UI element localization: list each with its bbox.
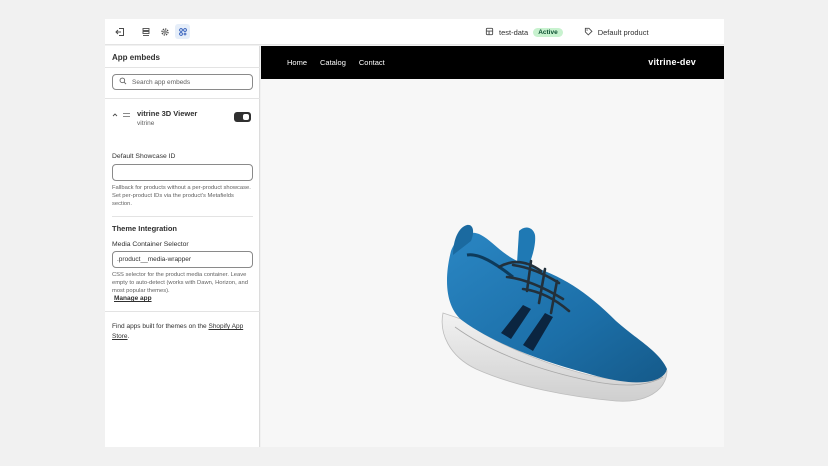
gear-icon[interactable] [157, 24, 172, 39]
app-embeds-panel: App embeds vitrine 3D Viewer vitrine Def… [105, 46, 260, 447]
exit-icon[interactable] [112, 24, 127, 39]
template-name: Default product [597, 27, 649, 37]
nav-link-catalog[interactable]: Catalog [320, 58, 346, 67]
nav-link-contact[interactable]: Contact [359, 58, 385, 67]
tag-icon [584, 27, 593, 38]
showcase-label: Default Showcase ID [112, 153, 176, 160]
store-brand[interactable]: vitrine-dev [648, 57, 696, 67]
3d-shoe-model[interactable] [431, 221, 676, 406]
theme-integration-title: Theme Integration [112, 224, 178, 233]
chevron-up-icon[interactable] [112, 112, 118, 120]
footer-suffix: . [127, 333, 130, 340]
store-nav: Home Catalog Contact [287, 58, 385, 67]
theme-info: test-data Active Default product [485, 19, 649, 45]
embed-name: vitrine 3D Viewer [137, 109, 198, 118]
panel-title: App embeds [112, 53, 161, 62]
showcase-id-input[interactable] [112, 164, 253, 181]
nav-link-home[interactable]: Home [287, 58, 307, 67]
media-selector-input[interactable] [112, 251, 253, 268]
embed-provider: vitrine [137, 120, 155, 127]
toggle-knob [243, 114, 249, 120]
showcase-help: Fallback for products without a per-prod… [112, 185, 251, 207]
divider [105, 311, 260, 312]
status-badge: Active [533, 27, 563, 37]
sections-icon[interactable] [138, 24, 153, 39]
divider [112, 216, 253, 217]
manage-app-link[interactable]: Manage app [114, 295, 152, 302]
template-selector[interactable]: Default product [584, 27, 649, 38]
selector-help: CSS selector for the product media conta… [112, 272, 248, 294]
editor-topbar: test-data Active Default product [105, 19, 724, 45]
embed-toggle[interactable] [234, 112, 251, 122]
search-input[interactable] [132, 78, 247, 86]
theme-icon [485, 27, 494, 38]
theme-name[interactable]: test-data [499, 28, 528, 37]
search-icon [119, 77, 127, 87]
apps-icon[interactable] [175, 24, 190, 39]
divider [105, 67, 260, 68]
app-embed-item: vitrine 3D Viewer vitrine [112, 109, 253, 129]
divider [105, 98, 260, 99]
footer-prefix: Find apps built for themes on the [112, 323, 209, 330]
selector-label: Media Container Selector [112, 241, 189, 248]
footer-note: Find apps built for themes on the Shopif… [112, 322, 253, 342]
store-header: Home Catalog Contact vitrine-dev [261, 46, 724, 79]
store-preview: Home Catalog Contact vitrine-dev [261, 46, 724, 447]
drag-handle-icon[interactable] [123, 113, 130, 117]
search-box[interactable] [112, 74, 253, 90]
